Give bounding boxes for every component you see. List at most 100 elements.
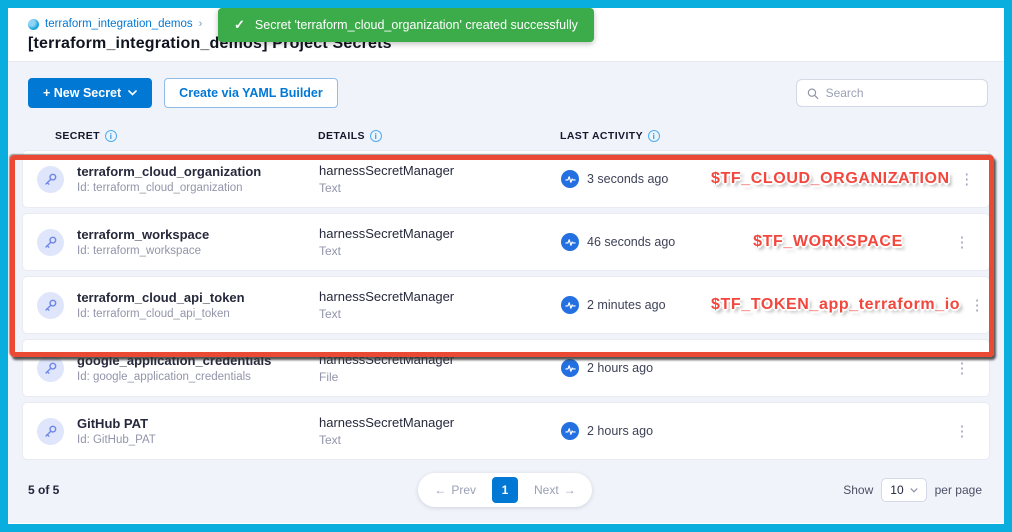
- secret-type: Text: [319, 307, 561, 321]
- breadcrumb-project-link[interactable]: terraform_integration_demos: [45, 18, 193, 30]
- toolbar: + New Secret Create via YAML Builder: [28, 78, 988, 108]
- secret-key-icon: [37, 355, 64, 382]
- details-cell: harnessSecretManager Text: [319, 226, 561, 258]
- secret-row[interactable]: terraform_cloud_organization Id: terrafo…: [22, 150, 990, 208]
- secret-cell: google_application_credentials Id: googl…: [37, 353, 319, 383]
- activity-cell: 2 hours ago: [561, 422, 945, 440]
- row-menu-button[interactable]: ⋮: [945, 235, 979, 250]
- details-cell: harnessSecretManager Text: [319, 163, 561, 195]
- app-window: terraform_integration_demos › [terraform…: [0, 0, 1012, 532]
- last-activity-time: 3 seconds ago: [587, 172, 668, 186]
- secret-name: google_application_credentials: [77, 353, 271, 368]
- result-count: 5 of 5: [28, 483, 228, 497]
- details-cell: harnessSecretManager Text: [319, 415, 561, 447]
- secret-cell: GitHub PAT Id: GitHub_PAT: [37, 416, 319, 446]
- column-details: DETAILS i: [318, 130, 560, 142]
- activity-icon: [561, 170, 579, 188]
- search-box[interactable]: [796, 79, 988, 107]
- project-icon: [28, 19, 39, 30]
- secret-type: File: [319, 370, 561, 384]
- chevron-down-icon: [910, 488, 918, 493]
- activity-cell: 46 seconds ago $TF_WORKSPACE: [561, 233, 945, 251]
- content-area: + New Secret Create via YAML Builder SEC…: [8, 62, 1004, 523]
- per-page-label: per page: [935, 483, 982, 497]
- secret-name: terraform_cloud_api_token: [77, 290, 245, 305]
- secret-name: terraform_workspace: [77, 227, 209, 242]
- page-size-value: 10: [890, 483, 903, 497]
- env-var-annotation: $TF_CLOUD_ORGANIZATION: [711, 170, 950, 188]
- secret-id: Id: terraform_workspace: [77, 245, 209, 257]
- secret-manager: harnessSecretManager: [319, 289, 561, 304]
- column-last-activity: LAST ACTIVITY i: [560, 130, 946, 142]
- secret-row[interactable]: terraform_workspace Id: terraform_worksp…: [22, 213, 990, 271]
- row-menu-button[interactable]: ⋮: [945, 361, 979, 376]
- secret-id: Id: terraform_cloud_organization: [77, 182, 261, 194]
- secret-type: Text: [319, 244, 561, 258]
- success-toast: ✓ Secret 'terraform_cloud_organization' …: [218, 8, 594, 42]
- pagination-bar: 5 of 5 ← Prev 1 Next → Show 10: [28, 470, 982, 510]
- yaml-builder-button[interactable]: Create via YAML Builder: [164, 78, 338, 108]
- pager: ← Prev 1 Next →: [418, 473, 591, 507]
- secret-name: GitHub PAT: [77, 416, 156, 431]
- activity-icon: [561, 296, 579, 314]
- toast-message: Secret 'terraform_cloud_organization' cr…: [255, 18, 578, 32]
- secret-key-icon: [37, 166, 64, 193]
- activity-icon: [561, 422, 579, 440]
- activity-cell: 2 minutes ago $TF_TOKEN_app_terraform_io: [561, 296, 960, 314]
- check-icon: ✓: [234, 17, 245, 33]
- secret-id: Id: GitHub_PAT: [77, 434, 156, 446]
- secret-cell: terraform_cloud_organization Id: terrafo…: [37, 164, 319, 194]
- activity-cell: 3 seconds ago $TF_CLOUD_ORGANIZATION: [561, 170, 950, 188]
- prev-label: Prev: [451, 483, 476, 497]
- secret-key-icon: [37, 229, 64, 256]
- row-menu-button[interactable]: ⋮: [945, 424, 979, 439]
- page-1-button[interactable]: 1: [492, 477, 518, 503]
- env-var-annotation: $TF_TOKEN_app_terraform_io: [711, 296, 960, 314]
- breadcrumb-separator: ›: [199, 18, 203, 30]
- last-activity-time: 2 hours ago: [587, 424, 653, 438]
- new-secret-button[interactable]: + New Secret: [28, 78, 152, 108]
- row-menu-button[interactable]: ⋮: [950, 172, 984, 187]
- search-input[interactable]: [826, 86, 977, 100]
- secret-type: Text: [319, 433, 561, 447]
- column-secret: SECRET i: [36, 130, 318, 142]
- details-cell: harnessSecretManager Text: [319, 289, 561, 321]
- secret-id: Id: terraform_cloud_api_token: [77, 308, 245, 320]
- secret-type: Text: [319, 181, 561, 195]
- info-icon[interactable]: i: [648, 130, 660, 142]
- yaml-builder-label: Create via YAML Builder: [179, 86, 323, 100]
- arrow-left-icon: ←: [434, 483, 446, 497]
- secrets-table-body: terraform_cloud_organization Id: terrafo…: [20, 150, 992, 460]
- secret-id: Id: google_application_credentials: [77, 371, 271, 383]
- activity-icon: [561, 359, 579, 377]
- info-icon[interactable]: i: [105, 130, 117, 142]
- prev-page-button[interactable]: ← Prev: [424, 479, 486, 501]
- secret-row[interactable]: terraform_cloud_api_token Id: terraform_…: [22, 276, 990, 334]
- column-secret-label: SECRET: [55, 130, 100, 142]
- activity-icon: [561, 233, 579, 251]
- secret-key-icon: [37, 418, 64, 445]
- last-activity-time: 2 hours ago: [587, 361, 653, 375]
- secret-key-icon: [37, 292, 64, 319]
- info-icon[interactable]: i: [370, 130, 382, 142]
- secret-manager: harnessSecretManager: [319, 415, 561, 430]
- page-size-select[interactable]: 10: [881, 478, 926, 502]
- secret-row[interactable]: google_application_credentials Id: googl…: [22, 339, 990, 397]
- last-activity-time: 46 seconds ago: [587, 235, 675, 249]
- next-label: Next: [534, 483, 559, 497]
- show-label: Show: [843, 483, 873, 497]
- page-size-control: Show 10 per page: [782, 478, 982, 502]
- secret-name: terraform_cloud_organization: [77, 164, 261, 179]
- new-secret-label: + New Secret: [43, 86, 121, 100]
- row-menu-button[interactable]: ⋮: [960, 298, 994, 313]
- activity-cell: 2 hours ago: [561, 359, 945, 377]
- column-last-activity-label: LAST ACTIVITY: [560, 130, 643, 142]
- last-activity-time: 2 minutes ago: [587, 298, 666, 312]
- secret-manager: harnessSecretManager: [319, 352, 561, 367]
- table-header: SECRET i DETAILS i LAST ACTIVITY i: [22, 130, 990, 142]
- secret-row[interactable]: GitHub PAT Id: GitHub_PAT harnessSecretM…: [22, 402, 990, 460]
- search-icon: [807, 87, 819, 100]
- next-page-button[interactable]: Next →: [524, 479, 586, 501]
- arrow-right-icon: →: [564, 483, 576, 497]
- chevron-down-icon: [128, 90, 137, 96]
